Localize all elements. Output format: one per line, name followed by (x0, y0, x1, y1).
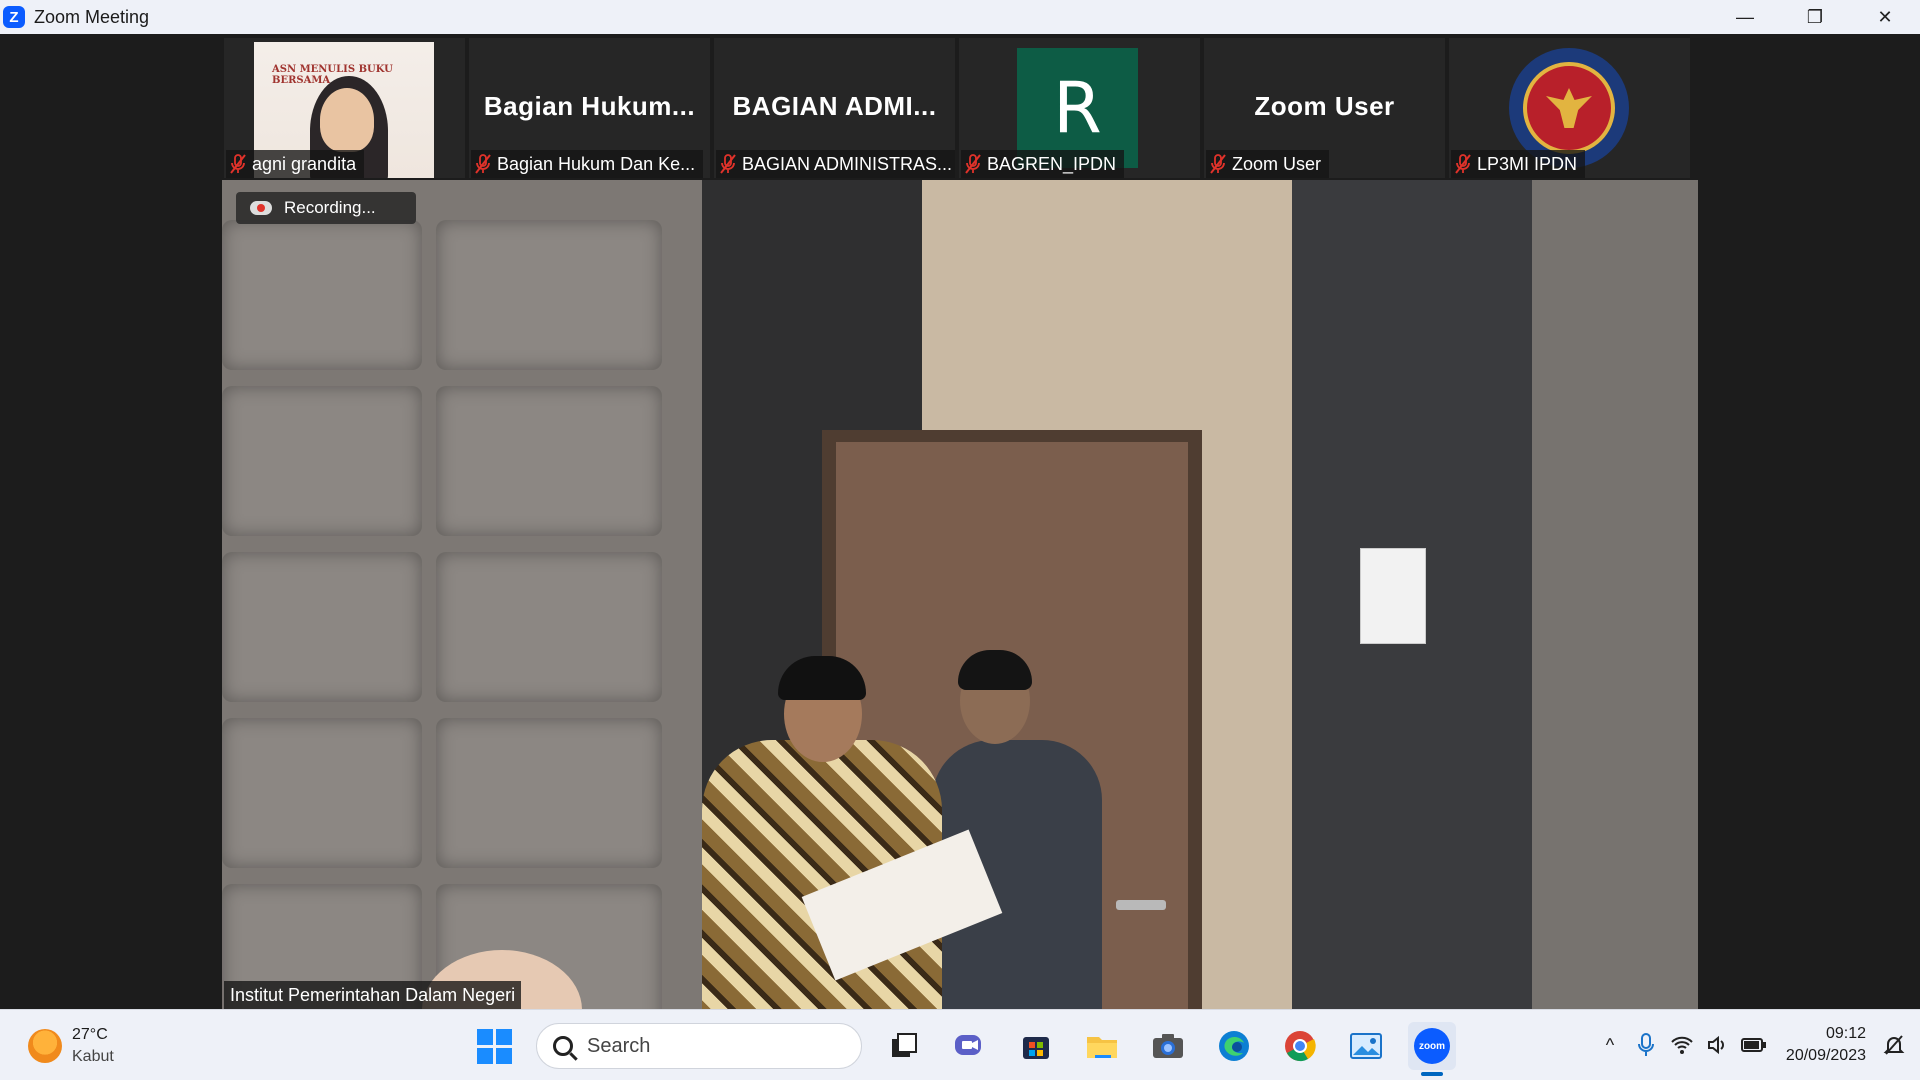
restore-button[interactable]: ❐ (1780, 0, 1850, 34)
photos-icon (1350, 1033, 1382, 1059)
clock-time: 09:12 (1825, 1025, 1866, 1042)
edge-browser-button[interactable] (1210, 1022, 1258, 1070)
store-icon (1023, 1037, 1049, 1059)
clock-date: 20/09/2023 (1785, 1047, 1866, 1064)
mic-muted-icon (720, 154, 736, 174)
window-title: Zoom Meeting (34, 6, 150, 27)
search-placeholder: Search (587, 1034, 651, 1057)
participant-name: BAGREN_IPDN (987, 153, 1117, 174)
wall-panel (436, 220, 662, 370)
chrome-icon (1285, 1031, 1316, 1062)
participant-name: Zoom User (1232, 153, 1322, 174)
participant-name: LP3MI IPDN (1477, 153, 1578, 174)
chat-icon (955, 1035, 981, 1055)
participant-label: BAGIAN ADMINISTRAS... (716, 150, 955, 178)
weather-description: Kabut (72, 1048, 114, 1065)
task-view-icon (892, 1033, 917, 1057)
windows-logo-icon (476, 1028, 512, 1064)
participant-label: Zoom User (1206, 150, 1330, 178)
participant-display-name: Zoom User (1254, 91, 1395, 121)
wall-panel (222, 220, 422, 370)
wall-panel (222, 552, 422, 702)
participant-name: agni grandita (252, 153, 357, 174)
show-hidden-icons-chevron-icon[interactable]: ^ (1592, 1025, 1628, 1065)
zoom-icon: zoom (1414, 1028, 1450, 1064)
start-button[interactable] (470, 1022, 518, 1070)
chrome-browser-button[interactable] (1276, 1022, 1324, 1070)
mic-muted-icon (230, 154, 246, 174)
padded-wall-right (1532, 180, 1698, 1009)
participant-label: agni grandita (226, 150, 365, 178)
edge-icon (1219, 1031, 1249, 1061)
folder-icon (1087, 1037, 1117, 1058)
participant-tile-bagian-hukum[interactable]: Bagian Hukum... Bagian Hukum Dan Ke... (469, 38, 710, 178)
minimize-button[interactable]: — (1710, 0, 1780, 34)
person-face (320, 88, 374, 152)
teams-chat-button[interactable] (946, 1022, 994, 1070)
battery-icon[interactable] (1736, 1025, 1772, 1065)
meeting-area: ASN MENULIS BUKU BERSAMA agni grandita B… (0, 34, 1920, 1009)
notification-bell-icon[interactable] (1876, 1025, 1912, 1065)
speaker-name-label: Institut Pemerintahan Dalam Negeri (224, 981, 522, 1009)
photos-app-button[interactable] (1342, 1022, 1390, 1070)
taskbar-search[interactable]: Search (536, 1023, 862, 1069)
participant-tile-lp3mi[interactable]: LP3MI IPDN (1449, 38, 1690, 178)
fog-weather-icon (28, 1029, 62, 1063)
participant-tile-bagren[interactable]: R BAGREN_IPDN (959, 38, 1200, 178)
participant-label: Bagian Hukum Dan Ke... (471, 150, 704, 178)
participant-display-name: Bagian Hukum... (483, 91, 696, 121)
wall-panel (436, 552, 662, 702)
taskbar-apps: Search zoom (470, 1020, 1456, 1076)
recording-text: Recording... (284, 198, 376, 217)
window-controls: — ❐ ✕ (1710, 0, 1920, 34)
windows-taskbar: 27°C Kabut Search zoom ^ 09:12 20/09/202… (0, 1009, 1920, 1080)
weather-temperature: 27°C (72, 1026, 108, 1043)
participant-strip: ASN MENULIS BUKU BERSAMA agni grandita B… (224, 38, 1696, 178)
weather-widget[interactable]: 27°C Kabut (28, 1024, 114, 1068)
participant-tile-zoom-user[interactable]: Zoom User Zoom User (1204, 38, 1445, 178)
mic-muted-icon (1210, 154, 1226, 174)
title-bar: Z Zoom Meeting — ❐ ✕ (0, 0, 1920, 34)
volume-icon[interactable] (1700, 1025, 1736, 1065)
camera-button[interactable] (1144, 1022, 1192, 1070)
task-view-button[interactable] (880, 1022, 928, 1070)
participant-tile-bagian-administrasi[interactable]: BAGIAN ADMI... BAGIAN ADMINISTRAS... (714, 38, 955, 178)
wall-panel (436, 718, 662, 868)
system-clock[interactable]: 09:12 20/09/2023 (1786, 1023, 1866, 1067)
participant-label: LP3MI IPDN (1451, 150, 1586, 178)
camera-icon (1153, 1034, 1183, 1058)
wall-sign (1360, 548, 1426, 644)
file-explorer-button[interactable] (1078, 1022, 1126, 1070)
microphone-icon[interactable] (1628, 1025, 1664, 1065)
mic-muted-icon (1455, 154, 1471, 174)
active-speaker-video[interactable]: Recording... Institut Pemerintahan Dalam… (222, 180, 1698, 1009)
wifi-icon[interactable] (1664, 1025, 1700, 1065)
system-tray: ^ 09:12 20/09/2023 (1592, 1010, 1920, 1080)
wall-panel (222, 386, 422, 536)
participant-tile-agni[interactable]: ASN MENULIS BUKU BERSAMA agni grandita (224, 38, 465, 178)
zoom-taskbar-button[interactable]: zoom (1408, 1022, 1456, 1076)
active-app-indicator (1421, 1072, 1443, 1076)
wall-panel (436, 386, 662, 536)
microsoft-store-button[interactable] (1012, 1022, 1060, 1070)
participant-display-name: BAGIAN ADMI... (732, 91, 937, 121)
mic-muted-icon (475, 154, 491, 174)
participant-name: BAGIAN ADMINISTRAS... (742, 153, 953, 174)
cloud-record-icon (250, 201, 272, 215)
door-handle (1116, 900, 1166, 910)
close-button[interactable]: ✕ (1850, 0, 1920, 34)
search-icon (553, 1036, 573, 1056)
participant-name: Bagian Hukum Dan Ke... (497, 153, 696, 174)
recording-indicator[interactable]: Recording... (236, 192, 416, 224)
zoom-app-icon: Z (3, 6, 25, 28)
mic-muted-icon (965, 154, 981, 174)
participant-label: BAGREN_IPDN (961, 150, 1125, 178)
wall-panel (222, 718, 422, 868)
